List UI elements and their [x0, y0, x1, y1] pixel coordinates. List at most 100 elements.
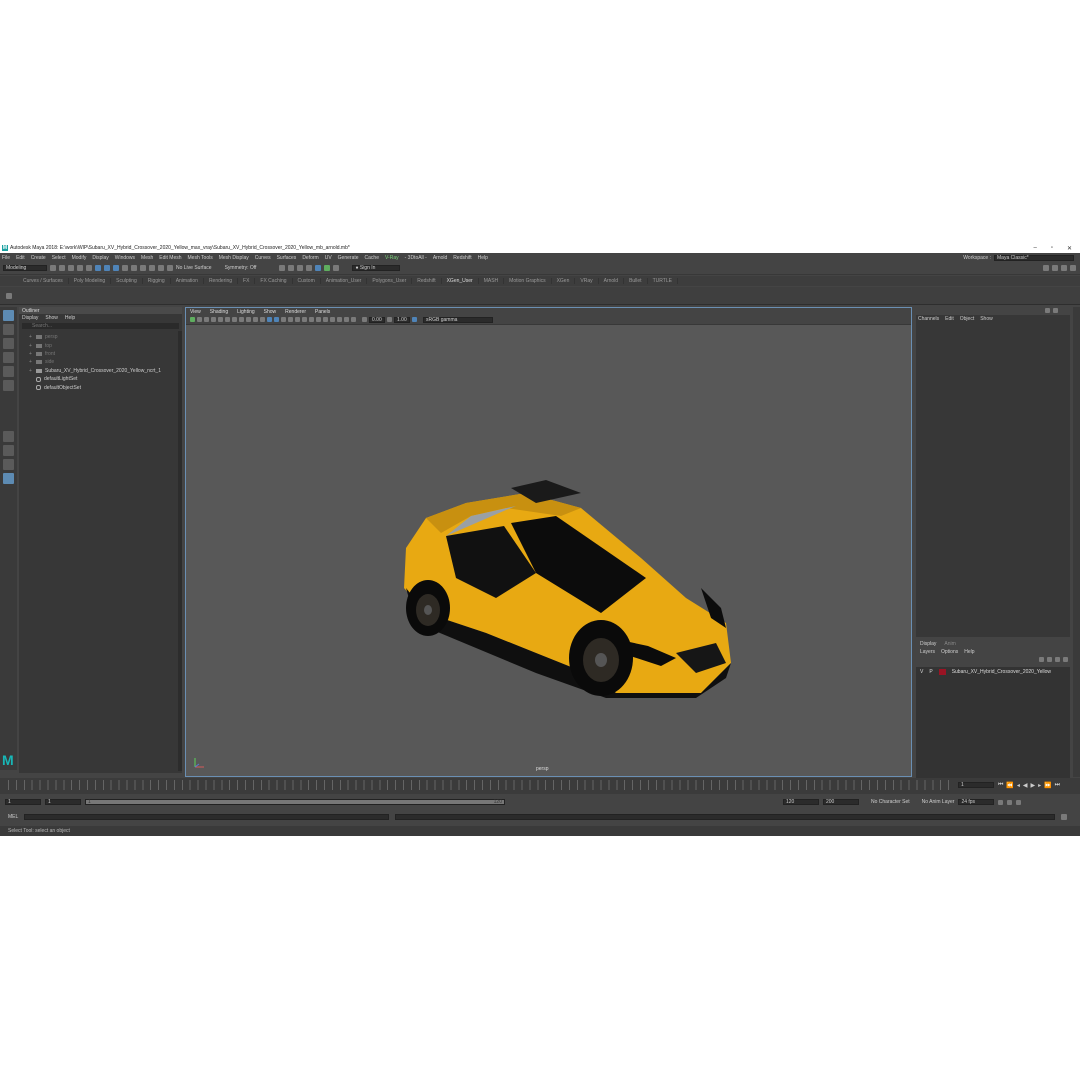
- shelf-tab-polygons-user[interactable]: Polygons_User: [367, 278, 413, 284]
- move-layer-up-icon[interactable]: [1039, 657, 1044, 662]
- menu-deform[interactable]: Deform: [302, 255, 318, 261]
- menu-3dtoall[interactable]: - 3DtoAll -: [405, 255, 427, 261]
- layer-row[interactable]: V P Subaru_XV_Hybrid_Crossover_2020_Yell…: [916, 667, 1070, 677]
- step-back-key-icon[interactable]: ⏪: [1006, 782, 1013, 789]
- resolution-gate-icon[interactable]: [232, 317, 237, 322]
- select-hierarchy-icon[interactable]: [95, 265, 101, 271]
- layers-menu[interactable]: Layers: [920, 649, 935, 655]
- motion-blur-icon[interactable]: [316, 317, 321, 322]
- redo-icon[interactable]: [86, 265, 92, 271]
- outliner-menu-help[interactable]: Help: [65, 315, 75, 321]
- new-layer-icon[interactable]: [1055, 657, 1060, 662]
- textured-icon[interactable]: [288, 317, 293, 322]
- shelf-tab-bullet[interactable]: Bullet: [624, 278, 648, 284]
- render-view-icon[interactable]: [279, 265, 286, 271]
- select-tool-icon[interactable]: [3, 310, 14, 321]
- outliner-item-side[interactable]: + side: [19, 358, 182, 366]
- viewport-menu-lighting[interactable]: Lighting: [237, 309, 255, 315]
- minimize-icon[interactable]: –: [1033, 245, 1036, 252]
- smooth-shade-icon[interactable]: [274, 317, 279, 322]
- menu-edit[interactable]: Edit: [16, 255, 25, 261]
- camera-attributes-icon[interactable]: [197, 317, 202, 322]
- outliner-item-front[interactable]: + front: [19, 350, 182, 358]
- gate-mask-icon[interactable]: [239, 317, 244, 322]
- range-start-field[interactable]: 1: [5, 799, 41, 805]
- lasso-tool-icon[interactable]: [3, 324, 14, 335]
- animation-end-field[interactable]: 200: [823, 799, 859, 805]
- render-frame-icon[interactable]: [288, 265, 295, 271]
- anti-aliasing-icon[interactable]: [323, 317, 328, 322]
- tool-settings-icon[interactable]: [1061, 265, 1067, 271]
- new-scene-icon[interactable]: [50, 265, 56, 271]
- wireframe-icon[interactable]: [267, 317, 272, 322]
- playback-end-field[interactable]: 120: [783, 799, 819, 805]
- viewport-menu-renderer[interactable]: Renderer: [285, 309, 306, 315]
- shelf-tab-motion-graphics[interactable]: Motion Graphics: [504, 278, 552, 284]
- time-slider[interactable]: 1 ⏮ ⏪ ◂ ◀ ▶ ▸ ⏩ ⏭: [0, 778, 1080, 794]
- four-view-layout-icon[interactable]: [3, 445, 14, 456]
- shelf-settings-icon[interactable]: [6, 292, 12, 299]
- outliner-item-top[interactable]: + top: [19, 341, 182, 349]
- safe-title-icon[interactable]: [260, 317, 265, 322]
- viewport-menu-show[interactable]: Show: [264, 309, 277, 315]
- time-ruler[interactable]: [8, 780, 953, 790]
- wireframe-on-shaded-icon[interactable]: [281, 317, 286, 322]
- shelf-tab-redshift[interactable]: Redshift: [412, 278, 442, 284]
- script-editor-icon[interactable]: [1061, 813, 1068, 820]
- go-to-start-icon[interactable]: ⏮: [998, 782, 1003, 789]
- outliner-item-car-group[interactable]: + Subaru_XV_Hybrid_Crossover_2020_Yellow…: [19, 367, 182, 375]
- menu-vray[interactable]: V-Ray: [385, 255, 399, 261]
- menu-mesh-tools[interactable]: Mesh Tools: [188, 255, 213, 261]
- menu-create[interactable]: Create: [31, 255, 46, 261]
- image-plane-icon[interactable]: [211, 317, 216, 322]
- mode-dropdown[interactable]: Modeling: [3, 265, 47, 271]
- sign-in-button[interactable]: ● Sign In: [352, 265, 401, 271]
- vray-render-icon[interactable]: [324, 265, 331, 271]
- select-component-icon[interactable]: [113, 265, 119, 271]
- auto-key-icon[interactable]: [1007, 799, 1013, 805]
- grid-icon[interactable]: [218, 317, 223, 322]
- gamma-icon[interactable]: [387, 317, 392, 322]
- play-backwards-icon[interactable]: ◀: [1023, 782, 1028, 789]
- current-frame-field[interactable]: 1: [958, 782, 994, 788]
- shelf-tab-rendering[interactable]: Rendering: [204, 278, 239, 284]
- outliner-menu-show[interactable]: Show: [45, 315, 58, 321]
- character-set-dropdown[interactable]: No Character Set: [871, 799, 910, 805]
- menu-curves[interactable]: Curves: [255, 255, 271, 261]
- menu-mesh[interactable]: Mesh: [141, 255, 153, 261]
- attribute-toggle-icon[interactable]: [1053, 308, 1058, 313]
- undo-icon[interactable]: [77, 265, 83, 271]
- command-input[interactable]: [24, 813, 390, 820]
- channel-show-menu[interactable]: Show: [980, 316, 993, 322]
- command-language-label[interactable]: MEL: [8, 814, 18, 820]
- open-scene-icon[interactable]: [59, 265, 65, 271]
- car-model[interactable]: [386, 448, 746, 698]
- fps-dropdown[interactable]: 24 fps: [958, 799, 995, 805]
- play-forwards-icon[interactable]: ▶: [1031, 782, 1036, 789]
- color-space-dropdown[interactable]: sRGB gamma: [423, 316, 493, 323]
- viewport-menu-shading[interactable]: Shading: [210, 309, 228, 315]
- render-settings-icon[interactable]: [306, 265, 313, 271]
- snap-view-icon[interactable]: [149, 265, 155, 271]
- outliner-scrollbar[interactable]: [178, 331, 182, 771]
- shelf-tab-animation-user[interactable]: Animation_User: [321, 278, 368, 284]
- tab-anim[interactable]: Anim: [944, 641, 955, 647]
- viewport-menu-panels[interactable]: Panels: [315, 309, 330, 315]
- single-view-layout-icon[interactable]: [3, 431, 14, 442]
- safe-action-icon[interactable]: [253, 317, 258, 322]
- shelf-tab-fx-caching[interactable]: FX Caching: [255, 278, 293, 284]
- range-slider-bar[interactable]: 1 120: [85, 799, 505, 805]
- shelf-tab-arnold[interactable]: Arnold: [599, 278, 625, 284]
- menu-file[interactable]: File: [2, 255, 10, 261]
- snap-point-icon[interactable]: [140, 265, 146, 271]
- channel-edit-menu[interactable]: Edit: [945, 316, 954, 322]
- shelf-tab-sculpting[interactable]: Sculpting: [111, 278, 143, 284]
- workspace-dropdown[interactable]: Maya Classic*: [994, 254, 1074, 261]
- arnold-render-icon[interactable]: [333, 265, 340, 271]
- outliner-item-persp[interactable]: + persp: [19, 333, 182, 341]
- exposure-icon[interactable]: [362, 317, 367, 322]
- anim-layer-dropdown[interactable]: No Anim Layer: [922, 799, 955, 805]
- menu-redshift[interactable]: Redshift: [453, 255, 471, 261]
- symmetry-dropdown[interactable]: Symmetry: Off: [225, 265, 257, 271]
- step-forward-key-icon[interactable]: ⏩: [1044, 782, 1051, 789]
